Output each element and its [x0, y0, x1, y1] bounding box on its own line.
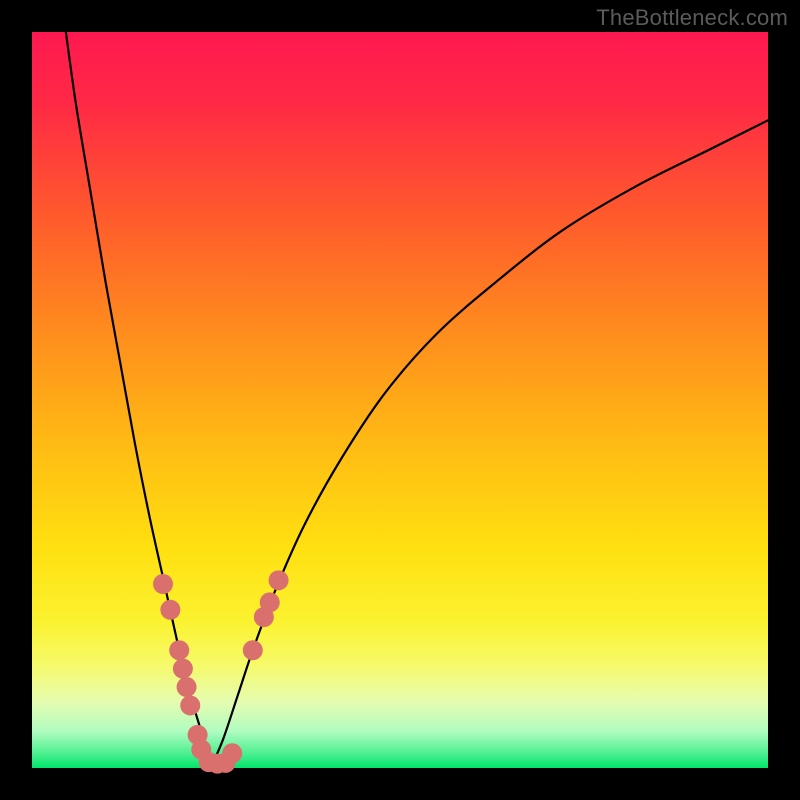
data-marker — [177, 677, 197, 697]
bottleneck-chart — [0, 0, 800, 800]
chart-frame: TheBottleneck.com — [0, 0, 800, 800]
data-marker — [269, 570, 289, 590]
plot-background — [32, 32, 768, 768]
data-marker — [180, 695, 200, 715]
data-marker — [153, 574, 173, 594]
data-marker — [160, 600, 180, 620]
data-marker — [222, 743, 242, 763]
data-marker — [173, 659, 193, 679]
data-marker — [169, 640, 189, 660]
data-marker — [260, 592, 280, 612]
data-marker — [243, 640, 263, 660]
watermark-text: TheBottleneck.com — [596, 5, 788, 31]
